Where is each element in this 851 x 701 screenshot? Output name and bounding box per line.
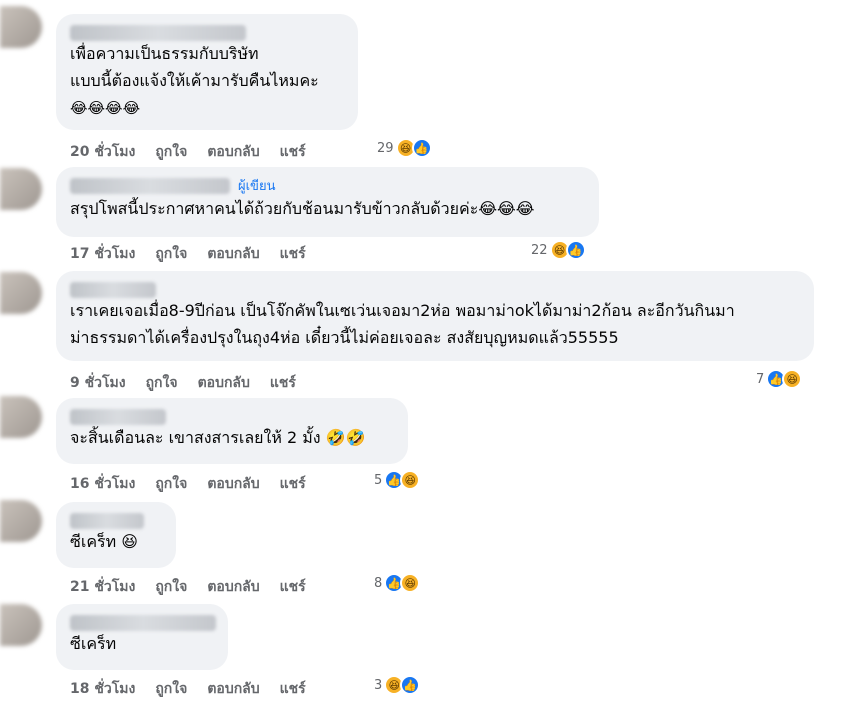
like-button[interactable]: ถูกใจ — [155, 246, 187, 262]
like-button[interactable]: ถูกใจ — [155, 681, 187, 697]
comment-bubble: ผู้เขียน สรุปโพสนี้ประกาศหาคนได้ถ้วยกับช… — [56, 167, 599, 237]
commenter-name[interactable] — [70, 22, 344, 41]
comment-bubble: ซีเคร็ท — [56, 604, 228, 670]
reaction-summary[interactable]: 29 😆 👍 — [377, 138, 432, 158]
comment-actions: 17 ชั่วโมง ถูกใจ ตอบกลับ แชร์ — [70, 243, 326, 265]
avatar[interactable] — [0, 6, 42, 48]
commenter-name[interactable] — [70, 612, 216, 631]
commenter-name[interactable] — [70, 279, 800, 298]
comment-actions: 9 ชั่วโมง ถูกใจ ตอบกลับ แชร์ — [70, 372, 316, 394]
like-button[interactable]: ถูกใจ — [155, 579, 187, 595]
reply-button[interactable]: ตอบกลับ — [207, 144, 259, 160]
comment-text: ซีเคร็ท — [70, 634, 117, 653]
reaction-summary[interactable]: 8 👍 😆 — [374, 573, 421, 593]
haha-emoji-icon: 😆 — [400, 470, 421, 490]
comment-text: เราเคยเจอเมื่อ8-9ปีก่อน เป็นโจ๊กคัพในเซเ… — [70, 301, 735, 347]
comment-bubble: เพื่อความเป็นธรรมกับบริษัท แบบนี้ต้องแจ้ง… — [56, 14, 358, 130]
reply-button[interactable]: ตอบกลับ — [207, 681, 259, 697]
comment-timestamp[interactable]: 18 ชั่วโมง — [70, 681, 135, 697]
share-button[interactable]: แชร์ — [270, 375, 296, 391]
comment-actions: 18 ชั่วโมง ถูกใจ ตอบกลับ แชร์ — [70, 678, 326, 700]
reaction-summary[interactable]: 3 😆 👍 — [374, 675, 421, 695]
reaction-summary[interactable]: 22 😆 👍 — [531, 240, 586, 260]
comment-bubble: เราเคยเจอเมื่อ8-9ปีก่อน เป็นโจ๊กคัพในเซเ… — [56, 271, 814, 361]
avatar[interactable] — [0, 500, 42, 542]
reaction-summary[interactable]: 5 👍 😆 — [374, 470, 421, 490]
commenter-name[interactable] — [70, 406, 394, 425]
comment-bubble: ซีเคร็ท 😆 — [56, 502, 176, 568]
comment-timestamp[interactable]: 16 ชั่วโมง — [70, 476, 135, 492]
commenter-name[interactable] — [70, 510, 162, 529]
comment-actions: 16 ชั่วโมง ถูกใจ ตอบกลับ แชร์ — [70, 473, 326, 495]
comment-timestamp[interactable]: 17 ชั่วโมง — [70, 246, 135, 262]
like-button[interactable]: ถูกใจ — [155, 144, 187, 160]
comment-timestamp[interactable]: 20 ชั่วโมง — [70, 144, 135, 160]
comment-bubble: จะสิ้นเดือนละ เขาสงสารเลยให้ 2 มั้ง 🤣🤣 — [56, 398, 408, 464]
comment-text: ซีเคร็ท 😆 — [70, 532, 138, 551]
haha-emoji-icon: 😆 — [400, 573, 421, 593]
like-thumb-icon: 👍 — [400, 675, 421, 695]
share-button[interactable]: แชร์ — [280, 579, 306, 595]
comment-text: จะสิ้นเดือนละ เขาสงสารเลยให้ 2 มั้ง 🤣🤣 — [70, 428, 366, 447]
share-button[interactable]: แชร์ — [280, 144, 306, 160]
avatar[interactable] — [0, 604, 42, 646]
share-button[interactable]: แชร์ — [280, 476, 306, 492]
comment-actions: 20 ชั่วโมง ถูกใจ ตอบกลับ แชร์ — [70, 141, 326, 163]
like-thumb-icon: 👍 — [411, 138, 432, 158]
avatar[interactable] — [0, 272, 42, 314]
reply-button[interactable]: ตอบกลับ — [198, 375, 250, 391]
reply-button[interactable]: ตอบกลับ — [207, 246, 259, 262]
comment-timestamp[interactable]: 9 ชั่วโมง — [70, 375, 126, 391]
reply-button[interactable]: ตอบกลับ — [207, 476, 259, 492]
like-button[interactable]: ถูกใจ — [155, 476, 187, 492]
share-button[interactable]: แชร์ — [280, 246, 306, 262]
author-badge: ผู้เขียน — [238, 179, 276, 194]
haha-emoji-icon: 😆 — [782, 369, 803, 389]
avatar[interactable] — [0, 396, 42, 438]
reaction-summary[interactable]: 7 👍 😆 — [756, 369, 803, 389]
reply-button[interactable]: ตอบกลับ — [207, 579, 259, 595]
share-button[interactable]: แชร์ — [280, 681, 306, 697]
like-button[interactable]: ถูกใจ — [146, 375, 178, 391]
comment-timestamp[interactable]: 21 ชั่วโมง — [70, 579, 135, 595]
like-thumb-icon: 👍 — [565, 240, 586, 260]
commenter-name[interactable]: ผู้เขียน — [70, 175, 585, 195]
comment-text: เพื่อความเป็นธรรมกับบริษัท แบบนี้ต้องแจ้ง… — [70, 44, 319, 117]
avatar[interactable] — [0, 168, 42, 210]
comment-actions: 21 ชั่วโมง ถูกใจ ตอบกลับ แชร์ — [70, 576, 326, 598]
comment-text: สรุปโพสนี้ประกาศหาคนได้ถ้วยกับช้อนมารับข… — [70, 199, 535, 218]
